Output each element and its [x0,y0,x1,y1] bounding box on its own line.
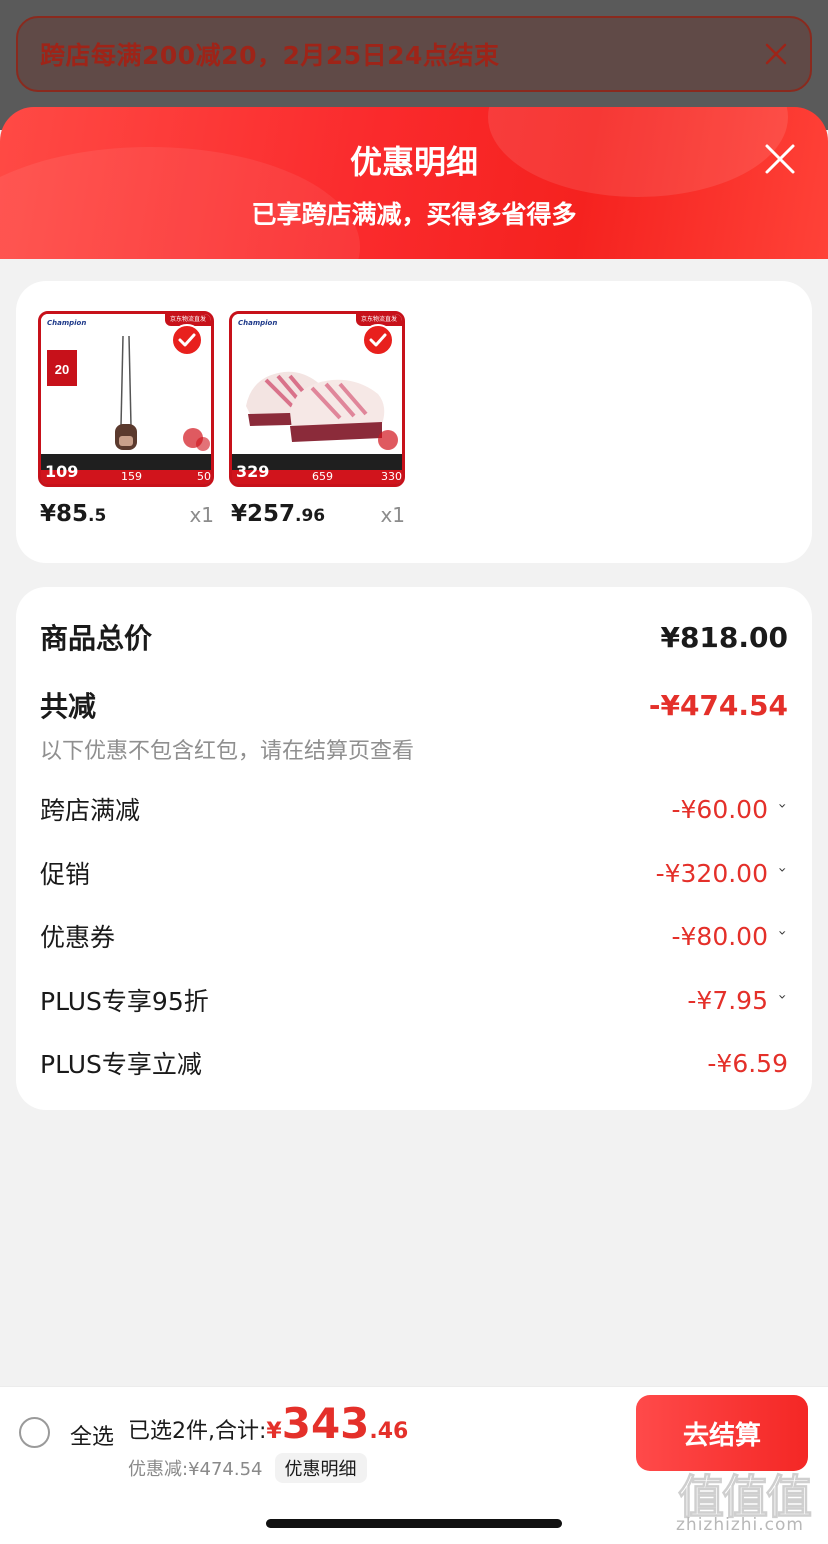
sheet-subtitle: 已享跨店满减，买得多省得多 [251,200,577,229]
discount-row-plus-95[interactable]: PLUS专享95折 -¥7.95 › [40,982,790,1018]
discount-value: -¥7.95 [687,985,768,1015]
discount-value: -¥80.00 [671,921,769,951]
promo-sub-value: 159 [121,470,142,483]
select-all-checkbox[interactable] [19,1417,50,1448]
close-icon[interactable] [762,141,798,177]
product-quantity: x1 [380,503,405,527]
promo-sub-value: 659 [312,470,333,483]
chevron-down-icon[interactable]: › [774,994,790,1006]
promo-price-chip: 109 [45,462,79,481]
selected-check-icon[interactable] [171,324,203,356]
promo-banner-text: 跨店每满200减20，2月25日24点结束 [40,41,500,70]
total-amount-integer: 343 [281,1399,370,1448]
chevron-down-icon[interactable]: › [774,867,790,879]
total-price-row: 商品总价 ¥818.00 [40,617,788,657]
product-item[interactable]: Champion 京东物流直发 329 659 330 ¥257.96 x1 [229,311,405,527]
product-price: ¥85.5 [40,501,107,527]
svg-text:20: 20 [55,362,69,377]
total-reduction-value: -¥474.54 [648,688,788,722]
checkout-button[interactable]: 去结算 [636,1395,808,1471]
product-image[interactable]: Champion 京东物流直发 20 109 159 50 [38,311,214,487]
promo-price-chip: 329 [236,462,270,481]
promo-sub-value: 50 [197,470,211,483]
discount-label: 促销 [40,860,91,889]
discount-note: 以下优惠不包含红包，请在结算页查看 [40,739,415,764]
total-price-label: 商品总价 [40,622,153,655]
chevron-down-icon[interactable]: › [774,803,790,815]
discount-summary-line: 优惠减:¥474.54 优惠明细 [128,1453,367,1483]
selected-check-icon[interactable] [362,324,394,356]
products-card: Champion 京东物流直发 20 109 159 50 ¥85.5 x1 C… [16,281,812,563]
total-currency: ¥ [266,1419,282,1444]
discount-label: PLUS专享立减 [40,1050,202,1079]
select-all-label[interactable]: 全选 [70,1419,114,1451]
discount-label: 优惠券 [40,923,116,952]
product-item[interactable]: Champion 京东物流直发 20 109 159 50 ¥85.5 x1 [38,311,214,527]
site-watermark: 值值值 zhizhizhi.com [676,1470,813,1536]
home-indicator[interactable] [266,1519,562,1528]
sheet-header: 优惠明细 已享跨店满减，买得多省得多 [0,107,828,259]
discount-label: 跨店满减 [40,796,141,825]
discount-detail-button[interactable]: 优惠明细 [274,1453,367,1483]
product-quantity: x1 [189,503,214,527]
sheet-title: 优惠明细 [349,143,478,181]
product-image[interactable]: Champion 京东物流直发 329 659 330 [229,311,405,487]
discount-row-coupon[interactable]: 优惠券 -¥80.00 › [40,918,790,954]
total-amount-decimal: .46 [369,1419,409,1444]
promo-sub-value: 330 [381,470,402,483]
chevron-down-icon[interactable]: › [774,930,790,942]
discount-value: -¥320.00 [655,858,768,888]
selected-count-text: 已选2件,合计: [128,1419,267,1444]
close-icon[interactable] [760,38,792,70]
checkout-bar: 全选 已选2件,合计: ¥ 343 .46 优惠减:¥474.54 优惠明细 去… [0,1386,828,1544]
discount-value: -¥60.00 [671,794,769,824]
discount-label: PLUS专享95折 [40,987,209,1016]
total-reduction-row: 共减 -¥474.54 [40,685,788,725]
discount-row-promotion[interactable]: 促销 -¥320.00 › [40,855,790,891]
discount-summary-card: 商品总价 ¥818.00 共减 -¥474.54 以下优惠不包含红包，请在结算页… [16,587,812,1110]
discount-value: -¥6.59 [707,1048,788,1078]
cart-total: 已选2件,合计: ¥ 343 .46 [128,1399,408,1448]
product-price: ¥257.96 [231,501,326,527]
discount-row-cross-store[interactable]: 跨店满减 -¥60.00 › [40,791,790,827]
promo-banner[interactable]: 跨店每满200减20，2月25日24点结束 [16,16,812,92]
discount-row-plus-instant: PLUS专享立减 -¥6.59 [40,1045,788,1081]
discount-amount-text: 优惠减:¥474.54 [128,1459,263,1480]
total-reduction-label: 共减 [40,690,97,723]
total-price-value: ¥818.00 [660,620,788,654]
